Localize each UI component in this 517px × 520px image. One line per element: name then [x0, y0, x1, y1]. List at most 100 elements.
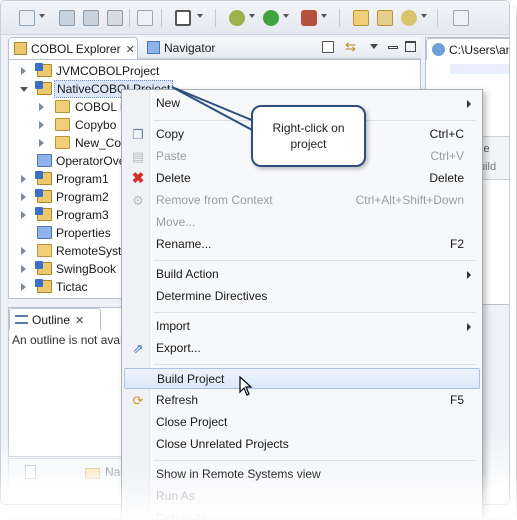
toolbar-separator [215, 9, 216, 27]
expand-icon[interactable] [21, 67, 26, 75]
close-icon[interactable]: ✕ [126, 43, 135, 56]
menu-item-label: Build Action [156, 267, 219, 281]
open-folder-icon[interactable] [353, 10, 369, 26]
project-icon [35, 207, 52, 221]
debug-icon[interactable] [229, 10, 245, 26]
menu-item-label: Build Project [157, 372, 225, 386]
expand-icon[interactable] [21, 247, 26, 255]
tab-editor[interactable]: C:\Users\and [426, 38, 509, 60]
menu-separator [154, 364, 476, 365]
external-tools-icon[interactable] [301, 10, 317, 26]
tab-navigator[interactable]: Navigator [142, 37, 242, 59]
new-item-icon[interactable] [25, 465, 36, 479]
menu-item-label: Close Unrelated Projects [156, 437, 289, 451]
menu-item-close-project[interactable]: Close Project [124, 412, 480, 433]
paste-icon: ▤ [131, 149, 145, 164]
tab-outline[interactable]: Outline ✕ [9, 308, 101, 330]
view-menu-icon[interactable] [370, 44, 378, 49]
tree-item[interactable]: SwingBook [9, 260, 129, 278]
expand-icon[interactable] [39, 139, 44, 147]
window-dropdown-icon[interactable] [197, 14, 203, 18]
tree-item[interactable]: Tictac [9, 278, 129, 296]
window-icon[interactable] [175, 10, 191, 26]
back-icon[interactable] [453, 10, 469, 26]
menu-item-close-unrelated-projects[interactable]: Close Unrelated Projects [124, 434, 480, 455]
run-dropdown-icon[interactable] [283, 14, 289, 18]
tree-item[interactable]: New_Cor [9, 134, 129, 152]
tree-item[interactable]: Copybo [9, 116, 129, 134]
menu-item-label: Refresh [156, 393, 199, 407]
editor-highlight-line [450, 64, 509, 74]
sync-dropdown-icon[interactable] [421, 14, 427, 18]
tree-item[interactable]: Properties [9, 224, 129, 242]
menu-item-build-project[interactable]: Build Project [124, 368, 480, 389]
external-tools-dropdown-icon[interactable] [321, 14, 327, 18]
open-file-icon[interactable] [377, 10, 393, 26]
project-icon [35, 279, 52, 293]
menu-item-determine-directives[interactable]: Determine Directives [124, 286, 480, 307]
minimize-icon[interactable] [388, 46, 398, 49]
collapse-all-icon[interactable] [322, 41, 334, 53]
tree-item[interactable]: Program1 [9, 170, 129, 188]
tree-item-label: Properties [56, 226, 111, 240]
menu-item-label: Copy [156, 127, 185, 141]
new-icon[interactable] [19, 10, 35, 26]
menu-item-move[interactable]: Move... [124, 212, 480, 233]
menu-item-shortcut: F5 [449, 393, 464, 407]
expand-icon[interactable] [21, 193, 26, 201]
menu-item-import[interactable]: Import [124, 316, 480, 337]
print-icon[interactable] [107, 10, 123, 26]
tree-item[interactable]: COBOL P [9, 98, 129, 116]
expand-icon[interactable] [21, 265, 26, 273]
submenu-arrow-icon [467, 271, 471, 279]
save-all-icon[interactable] [83, 10, 99, 26]
run-icon[interactable] [263, 10, 279, 26]
link-with-editor-icon[interactable]: ⇆ [345, 40, 360, 54]
callout-text-line: project [290, 137, 327, 151]
tree-item[interactable]: Program3 [9, 206, 129, 224]
menu-item-label: Paste [156, 149, 187, 163]
menu-item-refresh[interactable]: ⟳ Refresh F5 [124, 390, 480, 411]
expand-icon[interactable] [21, 175, 26, 183]
closed-project-icon [37, 226, 52, 239]
menu-item-show-in-remote-systems[interactable]: Show in Remote Systems view [124, 464, 480, 485]
menu-item-label: New [156, 96, 181, 110]
tree-item-label: JVMCOBOLProject [56, 64, 160, 78]
tree-item-label: Tictac [56, 280, 88, 294]
expand-icon[interactable] [39, 103, 44, 111]
tab-cobol-explorer[interactable]: COBOL Explorer ✕ [8, 37, 138, 59]
save-icon[interactable] [59, 10, 75, 26]
menu-item-label: Show in Remote Systems view [156, 467, 321, 481]
collapse-icon[interactable] [20, 87, 28, 92]
tree-item[interactable]: Program2 [9, 188, 129, 206]
menu-item-remove-from-context[interactable]: ⚙ Remove from Context Ctrl+Alt+Shift+Dow… [124, 190, 480, 211]
outline-message: An outline is not avai [12, 333, 123, 347]
menu-separator [154, 312, 476, 313]
remove-context-icon: ⚙ [132, 193, 144, 208]
menu-item-run-as[interactable]: Run As [124, 486, 480, 507]
menu-item-rename[interactable]: Rename... F2 [124, 234, 480, 255]
tree-item[interactable]: RemoteSyste [9, 242, 129, 260]
tab-editor-label: C:\Users\and [449, 43, 509, 57]
expand-icon[interactable] [21, 211, 26, 219]
menu-item-label: Remove from Context [156, 193, 273, 207]
debug-dropdown-icon[interactable] [249, 14, 255, 18]
tree-item[interactable]: JVMCOBOLProject [9, 62, 159, 80]
menu-item-build-action[interactable]: Build Action [124, 264, 480, 285]
menu-item-label: Rename... [156, 237, 212, 251]
binary-icon[interactable] [137, 10, 153, 26]
navigator-icon [147, 41, 160, 54]
menu-item-export[interactable]: ⇗ Export... [124, 338, 480, 359]
close-icon[interactable]: ✕ [75, 314, 84, 327]
expand-icon[interactable] [21, 283, 26, 291]
expand-icon[interactable] [39, 121, 44, 129]
maximize-icon[interactable] [405, 41, 416, 52]
callout-annotation: Right-click on project [251, 105, 366, 167]
project-icon [37, 244, 52, 257]
menu-item-debug-as[interactable]: Debug As [124, 508, 480, 520]
new-dropdown-icon[interactable] [39, 14, 45, 18]
tree-item[interactable]: OperatorOve [9, 152, 129, 170]
sync-icon[interactable] [401, 10, 417, 26]
tree-item-label: OperatorOve [56, 154, 126, 168]
menu-item-delete[interactable]: ✖ Delete Delete [124, 168, 480, 189]
